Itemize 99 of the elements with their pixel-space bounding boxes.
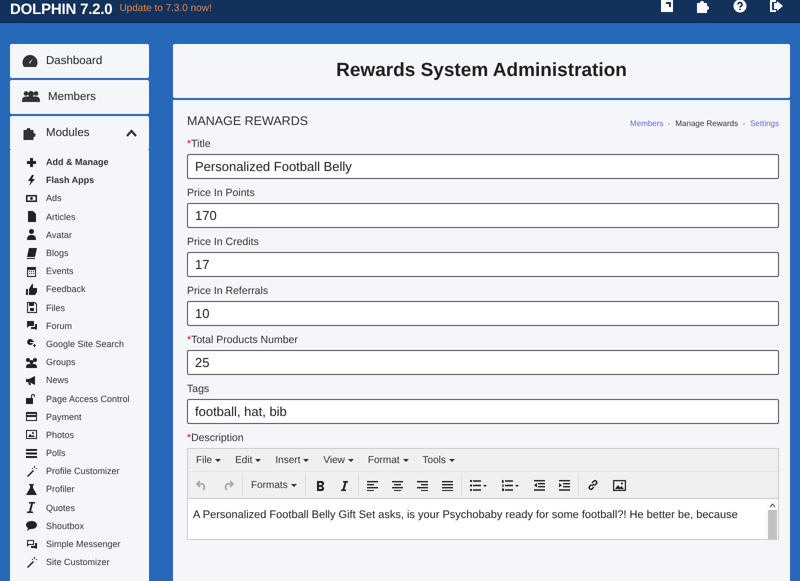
credit-card-icon [26, 411, 37, 422]
numbered-list-icon[interactable] [502, 480, 520, 490]
menu-item[interactable]: Tools [422, 454, 455, 466]
module-link[interactable]: Profiler [26, 480, 149, 499]
input-field[interactable]: 25 [187, 350, 779, 375]
people-icon [22, 90, 40, 104]
module-link[interactable]: Simple Messenger [26, 534, 149, 554]
module-link[interactable]: Add & Manage [26, 153, 149, 172]
speech-bubble-icon [26, 520, 37, 532]
italic-icon [26, 502, 37, 514]
chevron-up-icon [126, 129, 137, 137]
menu-item[interactable]: Edit [235, 454, 262, 466]
sidebar-item[interactable]: Modules [10, 116, 149, 150]
section-tab[interactable]: Members [630, 119, 664, 128]
help-icon[interactable] [733, 0, 747, 13]
section-title: MANAGE REWARDS [187, 114, 308, 128]
input-field[interactable]: 10 [187, 301, 779, 326]
menu-item[interactable]: Insert [275, 454, 310, 466]
magic-wand-icon [26, 556, 37, 568]
module-link[interactable]: Site Customizer [26, 553, 149, 572]
module-link[interactable]: Avatar [26, 226, 149, 244]
module-link[interactable]: Quotes [26, 498, 149, 517]
module-link[interactable]: Polls [26, 444, 149, 462]
module-link[interactable]: Google Site Search [26, 334, 149, 354]
module-link[interactable]: Shoutbox [26, 516, 149, 535]
field-label: Price In Credits [187, 236, 260, 248]
scroll-up-icon[interactable] [768, 503, 776, 508]
list-bars-icon [26, 448, 37, 459]
field-label: *Description [187, 432, 245, 444]
field-label: Price In Referrals [187, 285, 270, 297]
chat-bubbles-icon [26, 538, 37, 550]
person-icon [26, 229, 37, 240]
plus-icon [26, 156, 37, 168]
logo: DOLPHIN 7.2.0 [10, 2, 112, 16]
module-link[interactable]: Payment [26, 408, 149, 426]
italic-icon[interactable] [338, 480, 350, 490]
input-field[interactable]: 17 [187, 252, 779, 277]
field-label: *Total Products Number [187, 334, 299, 346]
input-field[interactable]: Personalized Football Belly [187, 154, 779, 179]
banknote-icon [26, 192, 37, 204]
description-text: A Personalized Football Belly Gift Set asks, is your Psychobaby ready for some football?! He better be, because [193, 509, 739, 523]
flask-icon [26, 484, 37, 495]
input-field[interactable]: football, hat, bib [187, 399, 779, 424]
formats-dropdown[interactable]: Formats [251, 480, 297, 490]
calendar-icon [26, 266, 37, 277]
magic-wand-icon [26, 466, 37, 477]
page-title: Rewards System Administration [336, 60, 627, 82]
align-right-icon[interactable] [416, 480, 428, 490]
puzzle-icon[interactable] [696, 0, 711, 13]
field-label: Price In Points [187, 187, 256, 199]
thumbs-up-icon [26, 284, 37, 295]
menu-item[interactable]: View [323, 454, 354, 466]
floppy-icon [26, 302, 37, 314]
sidebar-item[interactable]: Dashboard [10, 44, 149, 78]
module-link[interactable]: Page Access Control [26, 389, 149, 408]
module-link[interactable]: Forum [26, 316, 149, 335]
module-link[interactable]: Ads [26, 189, 149, 208]
module-link[interactable]: News [26, 371, 149, 390]
menu-item[interactable]: File [196, 454, 222, 466]
align-left-icon[interactable] [366, 480, 378, 490]
scrollbar[interactable] [766, 499, 778, 539]
section-tab[interactable]: Manage Rewards [675, 119, 738, 128]
outdent-icon[interactable] [534, 480, 545, 490]
people-icon [26, 356, 37, 368]
module-link[interactable]: Groups [26, 353, 149, 372]
logout-icon[interactable] [769, 0, 784, 13]
image-icon[interactable] [612, 480, 626, 490]
megaphone-icon [26, 374, 37, 386]
menu-item[interactable]: Format [368, 454, 409, 466]
book-icon [26, 248, 37, 259]
module-link[interactable]: Files [26, 298, 149, 317]
module-link[interactable]: Photos [26, 426, 149, 444]
module-link[interactable]: Feedback [26, 280, 149, 298]
image-icon [26, 429, 37, 440]
module-link[interactable]: Profile Customizer [26, 462, 149, 480]
bullet-list-icon[interactable] [470, 480, 488, 490]
module-link[interactable]: Blogs [26, 244, 149, 262]
section-tab[interactable]: Settings [750, 119, 779, 128]
update-link[interactable]: Update to 7.3.0 now! [119, 2, 212, 14]
indent-icon[interactable] [558, 480, 570, 490]
module-link[interactable]: Flash Apps [26, 171, 149, 190]
sidebar-item[interactable]: Members [10, 80, 149, 114]
separator-dot [668, 122, 670, 124]
input-field[interactable]: 170 [187, 203, 779, 228]
speech-bubbles-icon [26, 320, 37, 332]
module-link[interactable]: Articles [26, 208, 149, 226]
puzzle-icon [22, 126, 38, 140]
align-center-icon[interactable] [392, 480, 403, 490]
separator-dot [743, 122, 746, 124]
document-icon [26, 211, 37, 222]
link-icon[interactable] [586, 479, 599, 491]
bolt-icon [26, 174, 37, 186]
field-label: *Title [187, 138, 212, 150]
justify-icon[interactable] [442, 480, 453, 490]
module-link[interactable]: Events [26, 262, 149, 280]
padlock-icon [26, 393, 37, 404]
field-label: Tags [187, 383, 210, 395]
google-plus-icon [26, 338, 37, 350]
gauge-icon [22, 54, 38, 68]
